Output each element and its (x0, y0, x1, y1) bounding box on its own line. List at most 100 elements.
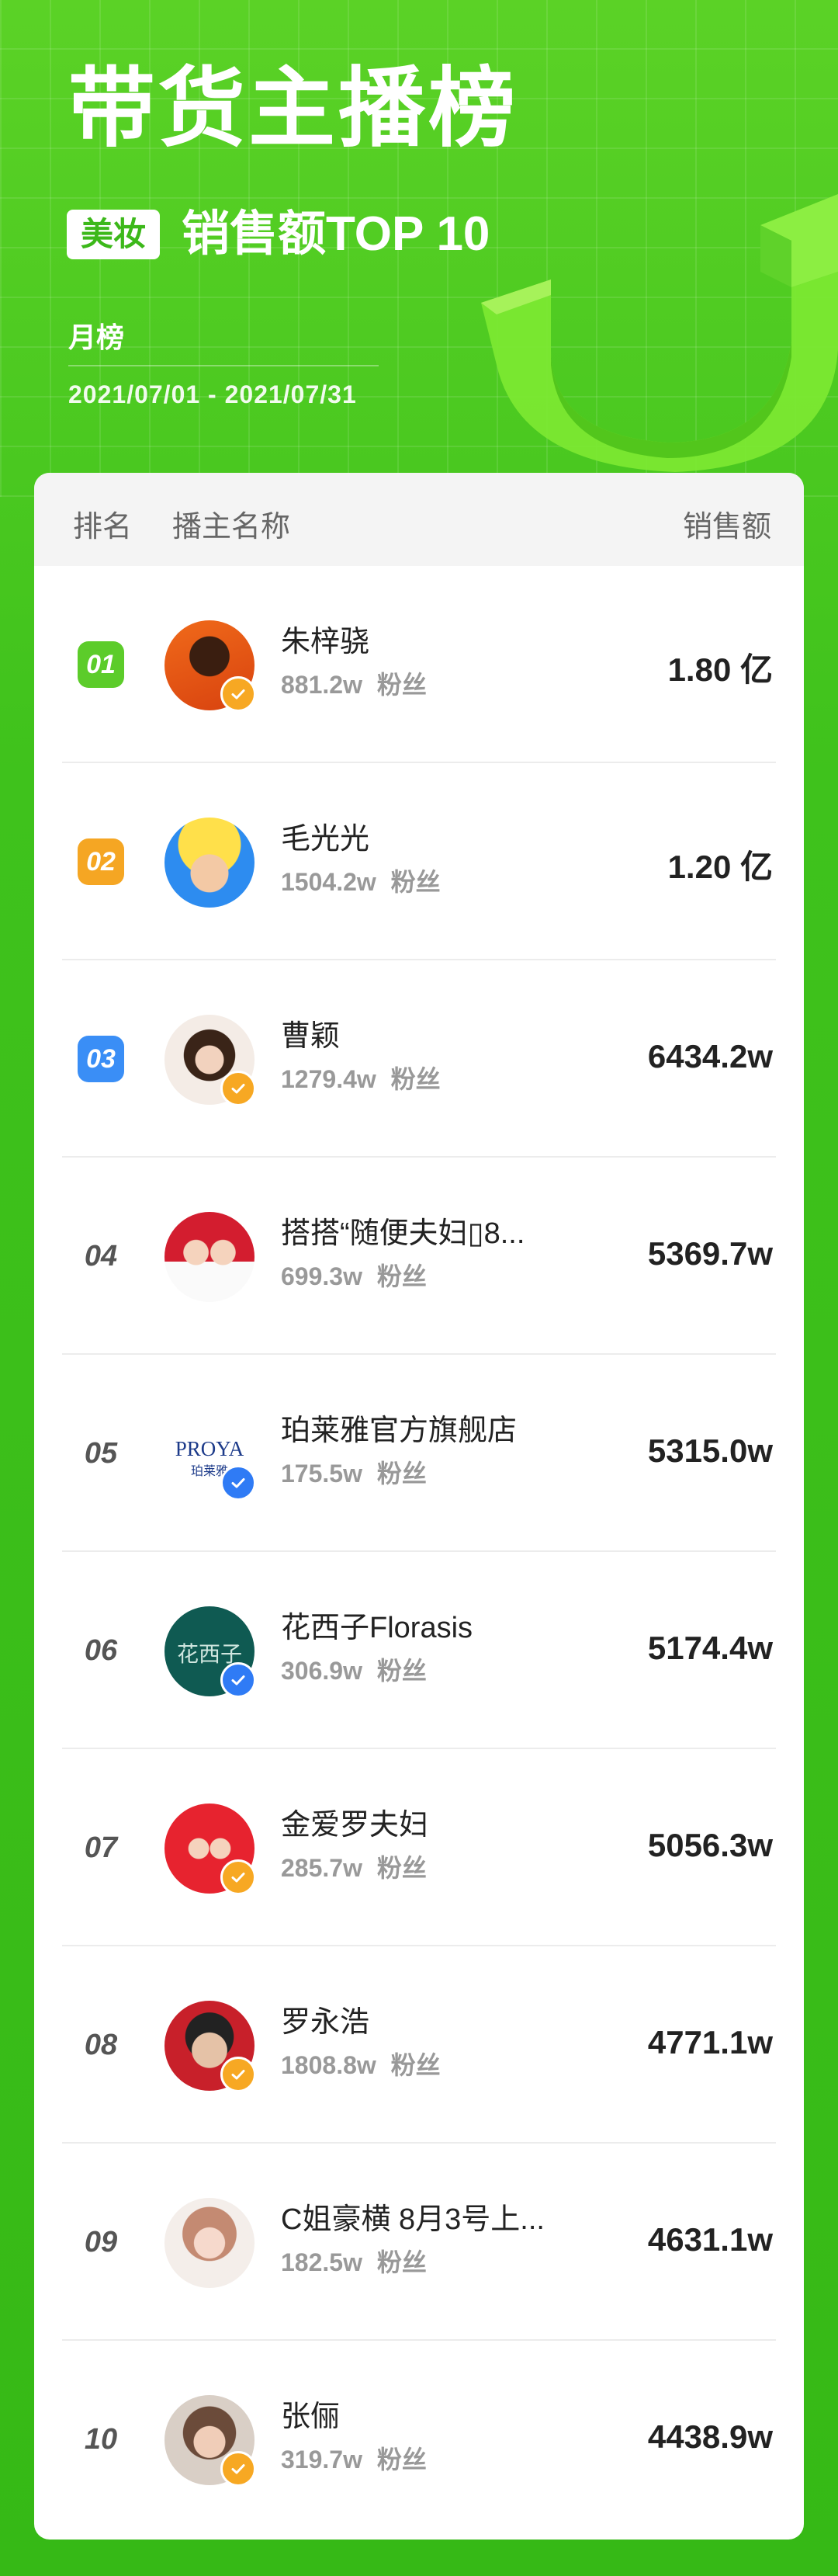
column-header-rank: 排名 (73, 511, 133, 543)
table-row[interactable]: 09 C姐豪横 8月3号上... 182.5w 粉丝 4631.1w (34, 2144, 804, 2341)
verified-check-icon (220, 2057, 256, 2092)
streamer-name[interactable]: 罗永浩 (281, 1998, 369, 2040)
decorative-3d-shape (481, 194, 838, 472)
verified-check-icon (220, 1662, 256, 1698)
fans-suffix: 粉丝 (390, 868, 441, 896)
category-tag: 美妆 (67, 210, 161, 259)
rank-number: 05 (84, 1437, 118, 1470)
fans-suffix: 粉丝 (390, 1065, 441, 1093)
page-title: 带货主播榜 (68, 60, 518, 157)
rank-number: 07 (84, 1831, 118, 1864)
verified-check-icon (220, 2451, 256, 2487)
period-label: 月榜 (68, 321, 125, 353)
rank-number: 10 (84, 2423, 118, 2456)
streamer-name[interactable]: 花西子Florasis (281, 1603, 473, 1646)
sales-amount: 4438.9w (647, 2418, 773, 2455)
streamer-name[interactable]: 朱梓骁 (281, 617, 369, 660)
fans-count: 881.2w 粉丝 (281, 665, 427, 701)
table-header: 排名 播主名称 销售额 (34, 473, 804, 566)
fans-value: 175.5w (281, 1460, 362, 1488)
fans-value: 306.9w (281, 1657, 362, 1685)
fans-value: 182.5w (281, 2248, 362, 2276)
ranking-table: 排名 播主名称 销售额 01 朱梓骁 881.2w 粉丝 1.80 亿 02 毛… (34, 473, 804, 2540)
brand-logo-text: PROYA (175, 1437, 244, 1460)
streamer-name[interactable]: 搭搭“随便夫妇▯8... (281, 1209, 525, 1252)
avatar (164, 2198, 255, 2288)
streamer-name[interactable]: 张俪 (281, 2392, 340, 2435)
subtitle-row: 美妆 销售额TOP 10 (67, 203, 490, 266)
fans-count: 175.5w 粉丝 (281, 1454, 427, 1490)
table-row[interactable]: 06 花西子 花西子Florasis 306.9w 粉丝 5174.4w (34, 1552, 804, 1749)
table-row[interactable]: 03 曹颖 1279.4w 粉丝 6434.2w (34, 960, 804, 1158)
table-row[interactable]: 08 罗永浩 1808.8w 粉丝 4771.1w (34, 1946, 804, 2144)
fans-suffix: 粉丝 (376, 1657, 427, 1685)
avatar (164, 818, 255, 908)
sales-amount: 1.20 亿 (667, 849, 773, 885)
streamer-name[interactable]: 曹颖 (281, 1012, 340, 1054)
fans-suffix: 粉丝 (376, 1460, 427, 1488)
fans-value: 1279.4w (281, 1065, 376, 1093)
streamer-avatar[interactable] (164, 1015, 256, 1106)
sales-amount: 5174.4w (647, 1630, 773, 1666)
streamer-avatar[interactable] (164, 1212, 255, 1302)
date-range: 2021/07/01 - 2021/07/31 (68, 380, 357, 408)
rank-badge: 03 (78, 1036, 124, 1082)
verified-check-icon (220, 1071, 256, 1106)
table-row[interactable]: 10 张俪 319.7w 粉丝 4438.9w (34, 2341, 804, 2538)
sales-amount: 4771.1w (647, 2024, 773, 2060)
table-row[interactable]: 07 金爱罗夫妇 285.7w 粉丝 5056.3w (34, 1749, 804, 1946)
sales-amount: 5056.3w (647, 1827, 773, 1863)
sales-amount: 1.80 亿 (667, 651, 773, 688)
fans-suffix: 粉丝 (376, 2248, 427, 2276)
rank-number: 09 (84, 2226, 118, 2258)
verified-check-icon (220, 1859, 256, 1895)
fans-count: 1808.8w 粉丝 (281, 2046, 441, 2081)
rank-number: 04 (84, 1240, 118, 1272)
sales-amount: 5369.7w (647, 1235, 773, 1272)
streamer-avatar[interactable]: PROYA 珀莱雅 (164, 1409, 256, 1501)
column-header-name: 播主名称 (172, 511, 291, 543)
fans-value: 319.7w (281, 2446, 362, 2474)
table-row[interactable]: 04 搭搭“随便夫妇▯8... 699.3w 粉丝 5369.7w (34, 1158, 804, 1355)
fans-value: 881.2w (281, 671, 362, 699)
fans-suffix: 粉丝 (390, 2051, 441, 2079)
streamer-name[interactable]: 金爱罗夫妇 (281, 1800, 428, 1843)
verified-check-icon (220, 676, 256, 712)
verified-check-icon (220, 1465, 256, 1501)
fans-count: 182.5w 粉丝 (281, 2243, 427, 2279)
sales-amount: 6434.2w (647, 1038, 773, 1074)
streamer-avatar[interactable] (164, 2001, 256, 2092)
fans-value: 1504.2w (281, 868, 376, 896)
ranking-subtitle: 销售额TOP 10 (182, 207, 490, 261)
fans-suffix: 粉丝 (376, 1854, 427, 1882)
streamer-avatar[interactable] (164, 2198, 255, 2288)
streamer-avatar[interactable] (164, 818, 255, 908)
fans-count: 285.7w 粉丝 (281, 1849, 427, 1884)
fans-value: 1808.8w (281, 2051, 376, 2079)
table-row[interactable]: 01 朱梓骁 881.2w 粉丝 1.80 亿 (34, 566, 804, 763)
sales-amount: 4631.1w (647, 2221, 773, 2258)
streamer-name[interactable]: C姐豪横 8月3号上... (281, 2195, 545, 2238)
fans-count: 306.9w 粉丝 (281, 1651, 427, 1687)
avatar (164, 1212, 255, 1302)
rank-badge: 02 (78, 838, 124, 885)
fans-count: 1504.2w 粉丝 (281, 863, 441, 898)
streamer-avatar[interactable] (164, 1804, 256, 1895)
streamer-avatar[interactable] (164, 620, 256, 712)
streamer-name[interactable]: 珀莱雅官方旗舰店 (281, 1406, 517, 1449)
fans-suffix: 粉丝 (376, 1262, 427, 1290)
rank-number: 08 (84, 2029, 118, 2061)
fans-count: 699.3w 粉丝 (281, 1257, 427, 1293)
streamer-avatar[interactable] (164, 2395, 256, 2487)
fans-value: 285.7w (281, 1854, 362, 1882)
fans-suffix: 粉丝 (376, 2446, 427, 2474)
table-row[interactable]: 05 PROYA 珀莱雅 珀莱雅官方旗舰店 175.5w 粉丝 5315.0w (34, 1355, 804, 1552)
streamer-avatar[interactable]: 花西子 (164, 1606, 256, 1698)
period-divider (68, 365, 379, 366)
table-row[interactable]: 02 毛光光 1504.2w 粉丝 1.20 亿 (34, 763, 804, 960)
rank-badge: 01 (78, 641, 124, 688)
fans-suffix: 粉丝 (376, 671, 427, 699)
rank-number: 06 (84, 1634, 118, 1667)
streamer-name[interactable]: 毛光光 (281, 814, 369, 857)
column-header-sales: 销售额 (682, 511, 771, 543)
